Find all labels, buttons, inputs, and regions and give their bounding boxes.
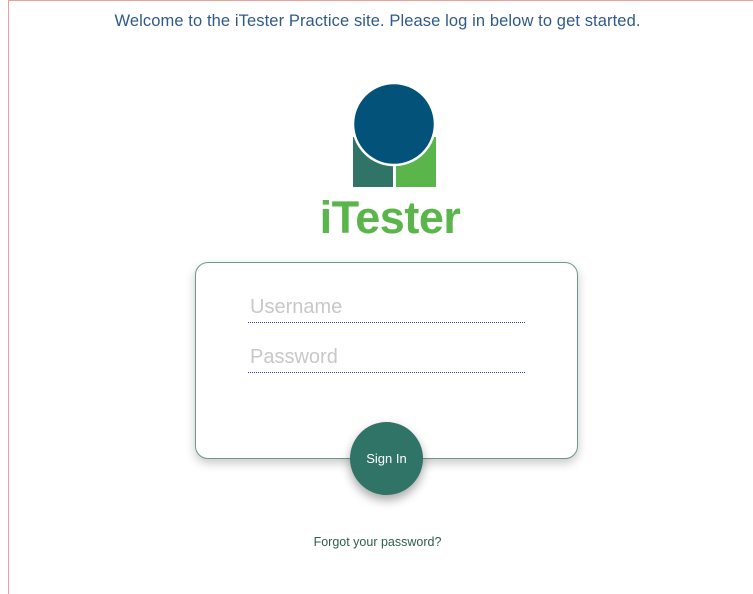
logo-circle bbox=[351, 81, 437, 167]
password-input[interactable] bbox=[248, 343, 525, 373]
username-input[interactable] bbox=[248, 293, 525, 323]
sign-in-button[interactable]: Sign In bbox=[350, 422, 423, 495]
forgot-password-link[interactable]: Forgot your password? bbox=[1, 535, 753, 549]
welcome-message: Welcome to the iTester Practice site. Pl… bbox=[114, 12, 641, 30]
login-page: Welcome to the iTester Practice site. Pl… bbox=[8, 0, 753, 594]
logo-wordmark: iTester bbox=[319, 192, 461, 243]
